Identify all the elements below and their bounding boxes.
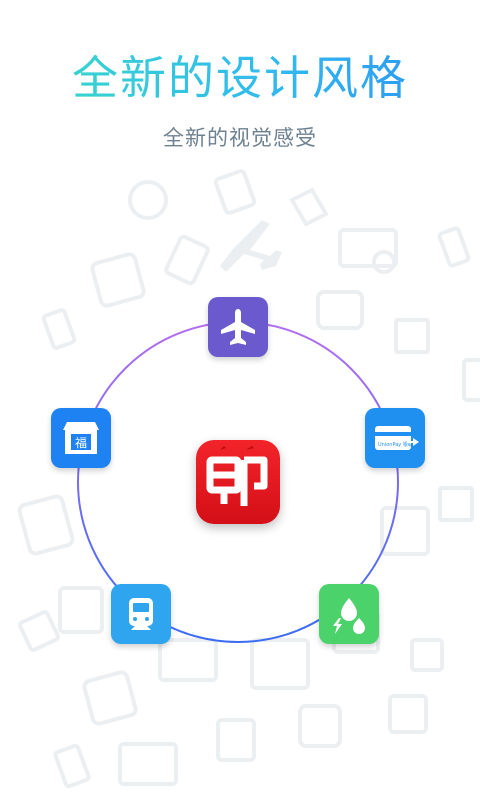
train-icon: [129, 598, 153, 630]
utilities-service-button[interactable]: [319, 584, 379, 644]
store-icon: 福: [63, 422, 99, 454]
flight-service-button[interactable]: [208, 297, 268, 357]
shop-glyph: 福: [75, 435, 87, 450]
unionpay-card-icon: UnionPay 银联: [375, 426, 419, 450]
airplane-icon: [221, 309, 255, 345]
bank-card-service-button[interactable]: UnionPay 银联: [365, 408, 425, 468]
service-ring: [77, 321, 399, 643]
shop-service-button[interactable]: 福: [51, 408, 111, 468]
water-electric-gas-icon: [333, 598, 365, 634]
train-service-button[interactable]: [111, 584, 171, 644]
app-logo-icon[interactable]: [196, 440, 280, 524]
